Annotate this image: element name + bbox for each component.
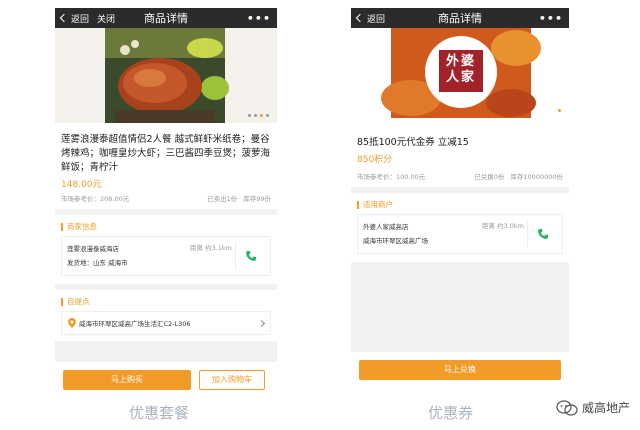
stock-count: 库存99份 xyxy=(243,195,271,203)
back-button[interactable]: 返回 xyxy=(355,12,386,25)
pickup-address: 威海市环翠区威高广场生活汇C2-L306 xyxy=(79,320,191,328)
carousel-dot-active xyxy=(558,109,561,112)
product-points: 850积分 xyxy=(357,155,393,165)
merchant-card[interactable]: 外婆人家威高店 威海市环翠区威高广场 距离 约3.0km xyxy=(357,214,563,254)
more-menu-button[interactable]: ••• xyxy=(539,12,563,25)
caption-package: 优惠套餐 xyxy=(129,404,190,422)
chevron-left-icon xyxy=(355,13,365,23)
carousel-indicator xyxy=(558,109,561,112)
merchant-section: 商家信息 莲雾浪漫泰威海店 发货地：山东 威海市 距离 约3.1km xyxy=(55,215,277,284)
stock-count: 库存10000000份 xyxy=(510,173,563,181)
ship-from: 发货地：山东 威海市 xyxy=(67,259,128,267)
call-button[interactable] xyxy=(527,220,557,248)
navbar: 返回 商品详情 ••• xyxy=(351,8,569,28)
section-heading: 商家信息 xyxy=(55,215,277,236)
sold-count: 已卖出1份 xyxy=(207,195,238,203)
wechat-icon xyxy=(556,399,578,416)
chevron-right-icon xyxy=(257,319,266,327)
roast-chicken-image xyxy=(105,28,229,123)
merchant-card[interactable]: 莲雾浪漫泰威海店 发货地：山东 威海市 距离 约3.1km xyxy=(61,236,271,276)
product-title: 85抵100元代金券 立减15 xyxy=(357,137,469,148)
merchant-distance: 距离 约3.0km xyxy=(482,222,524,230)
product-image-carousel[interactable]: 外婆人家 xyxy=(351,28,569,118)
product-info: 莲雾浪漫泰超值情侣2人餐 越式鲜虾米纸卷；曼谷烤辣鸡；咖喱皇炒大虾；三巴酱四季豆… xyxy=(55,123,277,209)
section-heading-label: 商家信息 xyxy=(67,222,97,231)
logo-text: 外婆人家 xyxy=(445,54,476,85)
section-bar xyxy=(61,297,63,306)
back-label: 返回 xyxy=(367,14,386,25)
section-bar xyxy=(357,200,359,209)
buy-now-button[interactable]: 马上购买 xyxy=(63,370,191,390)
phone-screen-coupon: 返回 商品详情 ••• 外婆人家 85抵100元代金券 立减15 850积分 市… xyxy=(351,8,569,388)
phone-icon xyxy=(245,251,256,261)
action-bar: 马上购买 加入购物车 xyxy=(55,362,277,398)
carousel-dot xyxy=(248,114,251,117)
product-info: 85抵100元代金券 立减15 850积分 市场参考价：100.00元 已兑换0… xyxy=(351,118,569,187)
section-heading: 自提点 xyxy=(55,290,277,311)
product-meta: 市场参考价：208.00元 已卖出1份 库存99份 xyxy=(61,193,271,203)
phone-icon xyxy=(537,229,548,239)
close-button[interactable]: 关闭 xyxy=(97,12,115,25)
watermark: 威高地产 xyxy=(556,399,630,416)
navbar: 返回 关闭 商品详情 ••• xyxy=(55,8,277,28)
section-heading: 适用商户 xyxy=(351,193,569,214)
pickup-address-row[interactable]: 威海市环翠区威高广场生活汇C2-L306 xyxy=(61,311,271,335)
back-label: 返回 xyxy=(71,14,90,25)
shop-address: 威海市环翠区威高广场 xyxy=(363,237,428,245)
product-title: 莲雾浪漫泰超值情侣2人餐 越式鲜虾米纸卷；曼谷烤辣鸡；咖喱皇炒大虾；三巴酱四季豆… xyxy=(61,134,271,173)
more-menu-button[interactable]: ••• xyxy=(247,12,271,25)
section-heading-label: 自提点 xyxy=(67,297,90,306)
watermark-text: 威高地产 xyxy=(581,401,630,415)
redeem-now-button[interactable]: 马上兑换 xyxy=(359,360,561,380)
product-image-carousel[interactable] xyxy=(55,28,277,123)
action-bar: 马上兑换 xyxy=(351,352,569,388)
carousel-dot-active xyxy=(260,114,263,117)
merchant-section: 适用商户 外婆人家威高店 威海市环翠区威高广场 距离 约3.0km xyxy=(351,193,569,262)
caption-coupon: 优惠券 xyxy=(428,404,474,422)
redeemed-count: 已兑换0份 xyxy=(474,173,505,181)
add-to-cart-button[interactable]: 加入购物车 xyxy=(199,370,265,390)
call-button[interactable] xyxy=(235,242,265,270)
phone-screen-package: 返回 关闭 商品详情 ••• 莲雾浪漫泰超值情侣2人餐 越式鲜虾米纸卷；曼谷烤辣… xyxy=(55,8,277,398)
product-meta: 市场参考价：100.00元 已兑换0份 库存10000000份 xyxy=(357,171,563,181)
pickup-section: 自提点 威海市环翠区威高广场生活汇C2-L306 xyxy=(55,290,277,341)
section-heading-label: 适用商户 xyxy=(363,200,393,209)
section-bar xyxy=(61,222,63,231)
market-price: 市场参考价：100.00元 xyxy=(357,173,426,181)
carousel-dot xyxy=(266,114,269,117)
product-price: 148.00元 xyxy=(61,180,102,190)
chevron-left-icon xyxy=(59,13,69,23)
merchant-distance: 距离 约3.1km xyxy=(190,244,232,252)
carousel-indicator xyxy=(248,114,269,117)
location-pin-icon xyxy=(68,318,76,328)
market-price: 市场参考价：208.00元 xyxy=(61,195,130,203)
carousel-dot xyxy=(254,114,257,117)
back-button[interactable]: 返回 xyxy=(59,12,90,25)
